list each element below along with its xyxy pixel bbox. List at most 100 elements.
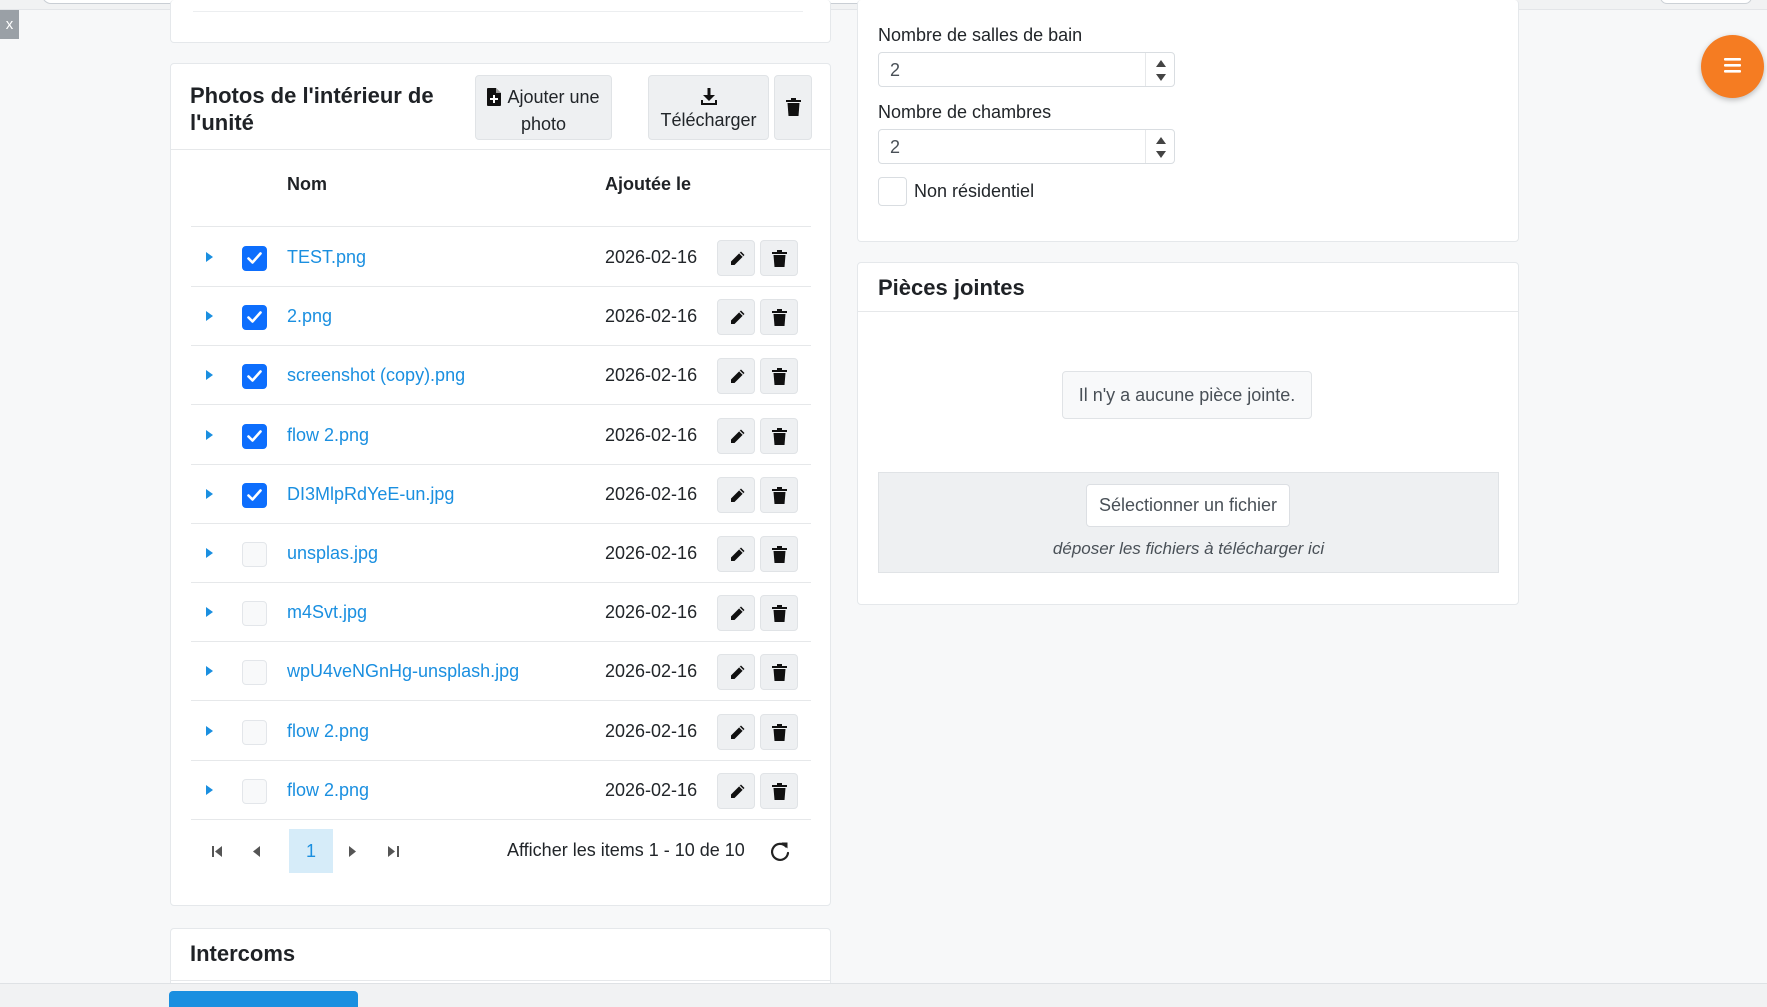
delete-selected-button[interactable]	[774, 75, 812, 140]
caret-right-icon[interactable]	[206, 370, 213, 381]
delete-button[interactable]	[760, 654, 798, 691]
page-number-1[interactable]: 1	[289, 829, 333, 873]
bottom-primary-button[interactable]	[169, 991, 358, 1007]
table-row: wpU4veNGnHg-unsplash.jpg 2026-02-16	[191, 642, 811, 702]
bedrooms-input[interactable]: 2	[878, 129, 1175, 164]
row-select-checkbox[interactable]	[242, 482, 267, 508]
caret-right-icon[interactable]	[206, 607, 213, 618]
edit-button[interactable]	[717, 358, 755, 395]
refresh-icon	[771, 842, 790, 861]
file-date: 2026-02-16	[605, 365, 698, 386]
edit-button[interactable]	[717, 772, 755, 809]
trash-icon	[772, 605, 787, 623]
photos-card: Photos de l'intérieur de l'unité Ajouter…	[170, 63, 831, 906]
row-select-checkbox[interactable]	[242, 719, 267, 745]
bathrooms-input[interactable]: 2	[878, 52, 1175, 87]
add-photo-label: Ajouter une photo	[507, 86, 600, 134]
caret-right-icon[interactable]	[206, 488, 213, 499]
edit-button[interactable]	[717, 654, 755, 691]
edit-button[interactable]	[717, 713, 755, 750]
edit-button[interactable]	[717, 595, 755, 632]
file-name-link[interactable]: wpU4veNGnHg-unsplash.jpg	[287, 661, 519, 682]
file-name-link[interactable]: TEST.png	[287, 247, 366, 268]
table-row: flow 2.png 2026-02-16	[191, 406, 811, 465]
caret-right-icon[interactable]	[206, 252, 213, 262]
row-select-checkbox[interactable]	[242, 778, 267, 804]
file-name-link[interactable]: m4Svt.jpg	[287, 602, 367, 623]
file-date: 2026-02-16	[605, 424, 698, 445]
row-select-checkbox[interactable]	[242, 601, 267, 627]
next-page-button[interactable]	[341, 838, 367, 864]
attachments-card-title: Pièces jointes	[878, 275, 1025, 300]
delete-button[interactable]	[760, 713, 798, 750]
edit-button[interactable]	[717, 417, 755, 454]
file-name-link[interactable]: screenshot (copy).png	[287, 365, 465, 386]
select-file-button[interactable]: Sélectionner un fichier	[1086, 484, 1290, 527]
edit-button[interactable]	[717, 536, 755, 572]
file-name-link[interactable]: unsplas.jpg	[287, 543, 378, 564]
caret-right-icon[interactable]	[206, 725, 213, 736]
trash-icon	[772, 368, 787, 386]
delete-button[interactable]	[760, 240, 798, 276]
caret-right-icon[interactable]	[206, 548, 213, 558]
caret-right-icon[interactable]	[206, 311, 213, 322]
photos-table-header: Nom Ajoutée le	[191, 152, 811, 227]
row-select-checkbox[interactable]	[242, 305, 267, 331]
file-dropzone[interactable]: Sélectionner un fichier déposer les fich…	[878, 472, 1499, 573]
caret-right-icon[interactable]	[206, 784, 213, 795]
photos-card-header: Photos de l'intérieur de l'unité Ajouter…	[171, 64, 830, 150]
add-photo-button[interactable]: Ajouter une photo	[475, 75, 612, 140]
delete-button[interactable]	[760, 476, 798, 513]
delete-button[interactable]	[760, 536, 798, 572]
caret-right-icon[interactable]	[206, 666, 213, 677]
photos-card-title: Photos de l'intérieur de l'unité	[190, 83, 434, 135]
edit-button[interactable]	[717, 476, 755, 513]
row-select-checkbox[interactable]	[242, 423, 267, 449]
spin-up-icon[interactable]	[1156, 137, 1166, 144]
trash-icon	[772, 664, 787, 682]
caret-right-icon[interactable]	[206, 429, 213, 440]
first-page-button[interactable]	[205, 838, 231, 864]
file-name-link[interactable]: flow 2.png	[287, 780, 369, 801]
column-header-date[interactable]: Ajoutée le	[605, 174, 691, 195]
delete-button[interactable]	[760, 417, 798, 454]
file-name-link[interactable]: 2.png	[287, 306, 332, 327]
file-name-link[interactable]: flow 2.png	[287, 721, 369, 742]
delete-button[interactable]	[760, 358, 798, 395]
last-page-button[interactable]	[381, 838, 407, 864]
bathrooms-label: Nombre de salles de bain	[878, 25, 1083, 45]
refresh-button[interactable]	[767, 838, 793, 864]
table-row: flow 2.png 2026-02-16	[191, 761, 811, 820]
column-header-name[interactable]: Nom	[287, 174, 327, 195]
row-select-checkbox[interactable]	[242, 246, 267, 271]
spin-down-icon[interactable]	[1156, 151, 1166, 158]
prev-page-icon	[253, 846, 260, 857]
intercoms-card-title: Intercoms	[190, 941, 296, 966]
file-name-link[interactable]: DI3MlpRdYeE-un.jpg	[287, 484, 454, 505]
close-button[interactable]: x	[0, 10, 19, 39]
file-name-link[interactable]: flow 2.png	[287, 425, 369, 446]
download-button[interactable]: Télécharger	[648, 75, 769, 140]
delete-button[interactable]	[760, 772, 798, 809]
row-select-checkbox[interactable]	[242, 660, 267, 686]
table-row: 2.png 2026-02-16	[191, 287, 811, 347]
delete-button[interactable]	[760, 595, 798, 632]
edit-button[interactable]	[717, 240, 755, 276]
pencil-icon	[731, 369, 745, 384]
row-select-checkbox[interactable]	[242, 542, 267, 567]
spin-down-icon[interactable]	[1156, 74, 1166, 81]
file-plus-icon	[487, 87, 502, 106]
bathrooms-spinner[interactable]	[1145, 53, 1174, 86]
spin-up-icon[interactable]	[1156, 60, 1166, 67]
bedrooms-spinner[interactable]	[1145, 130, 1174, 163]
attachments-card: Pièces jointes Il n'y a aucune pièce joi…	[857, 262, 1519, 605]
floating-menu-button[interactable]	[1701, 35, 1764, 98]
delete-button[interactable]	[760, 299, 798, 336]
intercoms-header-divider	[171, 980, 830, 981]
next-page-icon	[349, 846, 356, 857]
edit-button[interactable]	[717, 299, 755, 336]
non-residential-checkbox[interactable]	[878, 177, 907, 206]
previous-page-button[interactable]	[245, 838, 271, 864]
file-date: 2026-02-16	[605, 306, 698, 327]
row-select-checkbox[interactable]	[242, 364, 267, 390]
